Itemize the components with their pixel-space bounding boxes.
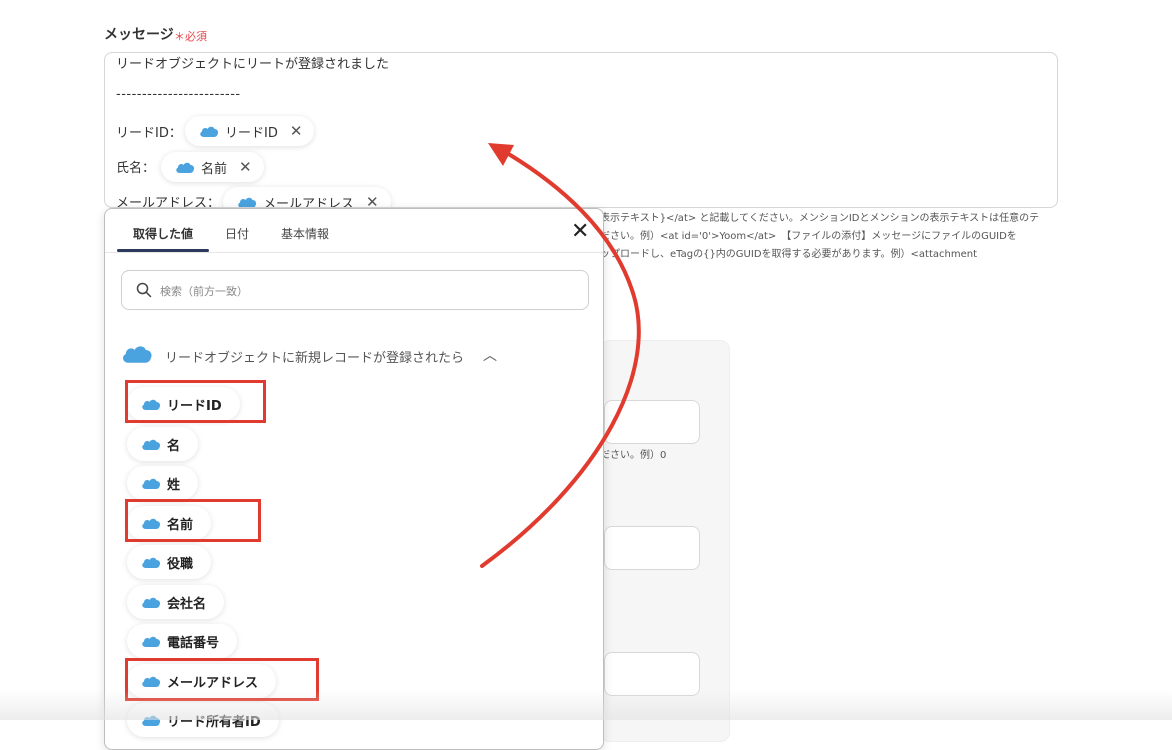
arrow-annotation — [480, 143, 641, 568]
bottom-fade — [0, 690, 1172, 720]
